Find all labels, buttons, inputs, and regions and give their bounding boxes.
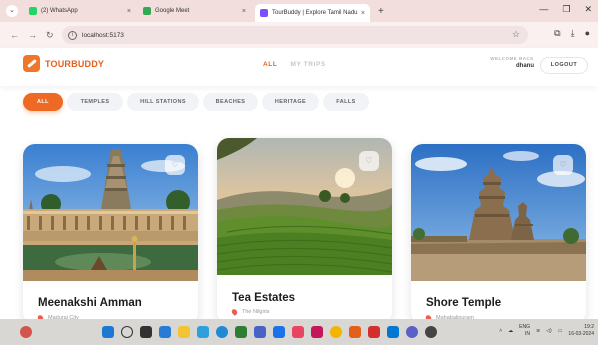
clock-time: 19:2 xyxy=(584,324,594,330)
app-icon[interactable] xyxy=(349,326,361,338)
logout-button[interactable]: LOGOUT xyxy=(540,57,588,74)
download-icon[interactable]: ⤓ xyxy=(571,28,575,39)
file-explorer-icon[interactable] xyxy=(178,326,190,338)
location-text: The Nilgiris xyxy=(242,309,270,315)
store-icon[interactable] xyxy=(197,326,209,338)
address-bar[interactable]: i localhost:5173 ☆ xyxy=(62,26,528,44)
vscode-icon[interactable] xyxy=(387,326,399,338)
welcome-label: WELCOME BACK xyxy=(490,56,534,61)
window-controls: — ❐ ✕ xyxy=(539,4,592,15)
weather-icon[interactable] xyxy=(20,326,32,338)
task-view-icon[interactable] xyxy=(140,326,152,338)
browser-actions: ⧉ ⤓ ● xyxy=(554,28,590,39)
site-info-icon[interactable]: i xyxy=(68,30,77,40)
wifi-icon[interactable]: ≋ xyxy=(536,328,540,334)
main-nav: ALL MY TRIPS xyxy=(263,61,326,68)
os-taskbar: ˄ ☁ ENG IN ≋ ◁) ▭ 19:2 16-03-2024 xyxy=(0,319,598,345)
filter-beaches[interactable]: BEACHES xyxy=(203,93,258,111)
close-tab-icon[interactable]: × xyxy=(127,8,131,15)
battery-icon[interactable]: ▭ xyxy=(558,328,563,334)
nav-my-trips[interactable]: MY TRIPS xyxy=(290,61,325,68)
new-tab-button[interactable]: + xyxy=(378,6,384,17)
close-tab-icon[interactable]: × xyxy=(361,10,365,17)
close-window-icon[interactable]: ✕ xyxy=(584,4,592,15)
url-text[interactable]: localhost:5173 xyxy=(82,32,124,39)
app-icon[interactable] xyxy=(406,326,418,338)
profile-icon[interactable]: ● xyxy=(585,28,590,39)
tab-title: Google Meet xyxy=(155,8,190,14)
chevron-up-icon[interactable]: ˄ xyxy=(499,328,502,334)
heart-icon[interactable]: ♡ xyxy=(165,155,185,175)
edge-icon[interactable] xyxy=(216,326,228,338)
vite-icon xyxy=(260,9,268,17)
app-header: TOURBUDDY ALL MY TRIPS WELCOME BACK dhan… xyxy=(0,48,598,86)
app-icon[interactable] xyxy=(292,326,304,338)
category-filters: ALL TEMPLES HILL STATIONS BEACHES HERITA… xyxy=(23,93,369,111)
destination-card[interactable]: ♡ Meenakshi Amman Madurai City xyxy=(23,144,198,324)
app-icon[interactable] xyxy=(273,326,285,338)
search-icon[interactable] xyxy=(121,326,133,338)
brand-name: TOURBUDDY xyxy=(45,58,105,69)
tab-whatsapp[interactable]: (2) WhatsApp × xyxy=(24,3,136,19)
tab-title: TourBuddy | Explore Tamil Nadu xyxy=(272,10,358,16)
heart-icon[interactable]: ♡ xyxy=(359,151,379,171)
app-icon[interactable] xyxy=(425,326,437,338)
location-pin-icon xyxy=(230,308,239,316)
system-tray: ˄ ☁ ENG IN ≋ ◁) ▭ 19:2 16-03-2024 xyxy=(499,324,594,338)
chrome-icon[interactable] xyxy=(330,326,342,338)
forward-icon[interactable]: → xyxy=(28,30,37,40)
username: dhanu xyxy=(516,63,534,69)
nav-all[interactable]: ALL xyxy=(263,61,277,68)
back-icon[interactable]: ← xyxy=(10,30,19,40)
filter-falls[interactable]: FALLS xyxy=(323,93,369,111)
meet-icon xyxy=(143,7,151,15)
tab-title: (2) WhatsApp xyxy=(41,8,78,14)
browser-tab-strip: ⌄ (2) WhatsApp × Google Meet × TourBuddy… xyxy=(0,0,598,22)
clock-date: 16-03-2024 xyxy=(568,331,594,337)
lang-region: IN xyxy=(524,331,530,337)
bookmark-star-icon[interactable]: ☆ xyxy=(512,29,520,40)
filter-hill-stations[interactable]: HILL STATIONS xyxy=(127,93,199,111)
reload-icon[interactable]: ↻ xyxy=(46,30,54,41)
tab-google-meet[interactable]: Google Meet × xyxy=(138,3,251,19)
start-icon[interactable] xyxy=(102,326,114,338)
destination-card[interactable]: ♡ Tea Estates The Nilgiris xyxy=(217,138,392,324)
card-title: Tea Estates xyxy=(232,292,296,304)
extensions-icon[interactable]: ⧉ xyxy=(554,28,560,39)
destination-card[interactable]: ♡ Shore Temple Mahabalipuram xyxy=(411,144,586,324)
logo[interactable]: TOURBUDDY xyxy=(23,55,104,72)
language-indicator[interactable]: ENG IN xyxy=(519,324,530,338)
close-tab-icon[interactable]: × xyxy=(242,8,246,15)
browser-toolbar: ← → ↻ i localhost:5173 ☆ ⧉ ⤓ ● xyxy=(0,22,598,48)
card-title: Shore Temple xyxy=(426,297,502,309)
minimize-icon[interactable]: — xyxy=(539,4,548,15)
user-greeting: WELCOME BACK dhanu xyxy=(486,56,534,69)
filter-heritage[interactable]: HERITAGE xyxy=(262,93,319,111)
volume-icon[interactable]: ◁) xyxy=(546,328,552,334)
filter-all[interactable]: ALL xyxy=(23,93,63,111)
tab-tourbuddy[interactable]: TourBuddy | Explore Tamil Nadu × xyxy=(255,4,370,22)
card-title: Meenakshi Amman xyxy=(38,297,142,309)
app-icon[interactable] xyxy=(368,326,380,338)
logo-mark-icon xyxy=(23,55,40,72)
app-icon[interactable] xyxy=(254,326,266,338)
heart-icon[interactable]: ♡ xyxy=(553,155,573,175)
widgets-icon[interactable] xyxy=(159,326,171,338)
whatsapp-icon xyxy=(29,7,37,15)
lang-code: ENG xyxy=(519,324,530,330)
card-location: The Nilgiris xyxy=(230,308,270,316)
restore-icon[interactable]: ❐ xyxy=(562,4,570,15)
app-icon[interactable] xyxy=(311,326,323,338)
app-icon[interactable] xyxy=(235,326,247,338)
clock[interactable]: 19:2 16-03-2024 xyxy=(568,324,594,338)
cloud-icon[interactable]: ☁ xyxy=(508,328,513,334)
filter-temples[interactable]: TEMPLES xyxy=(67,93,123,111)
tab-search-button[interactable]: ⌄ xyxy=(6,5,18,17)
